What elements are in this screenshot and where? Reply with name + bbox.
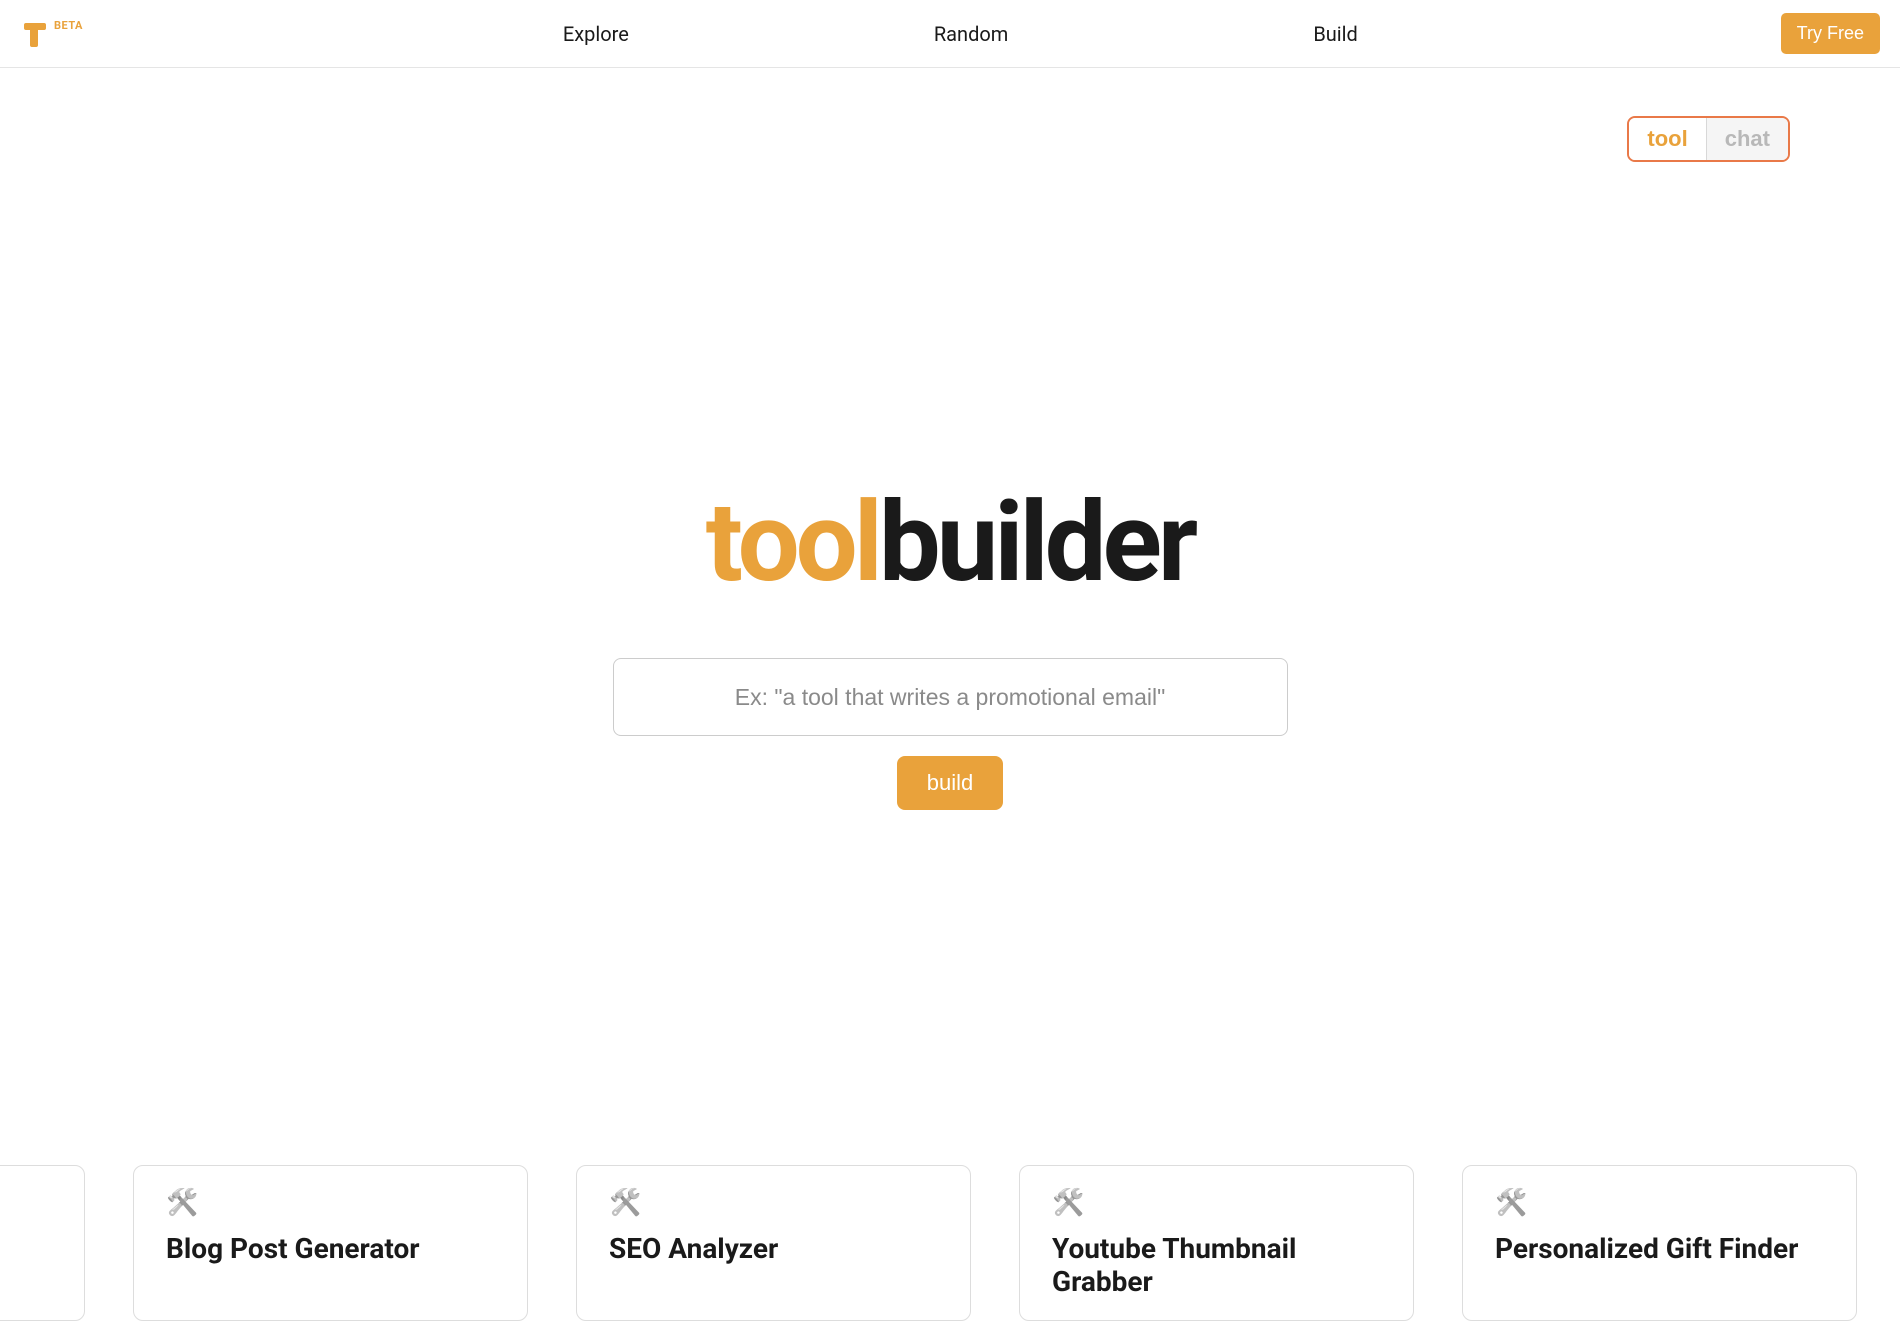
tool-description-input[interactable]: [613, 658, 1288, 736]
hammer-wrench-icon: 🛠️: [166, 1188, 495, 1218]
nav-explore[interactable]: Explore: [563, 22, 629, 46]
tool-card-title: Youtube Thumbnail Grabber: [1052, 1232, 1381, 1298]
hero-title-builder: builder: [879, 478, 1194, 607]
try-free-button[interactable]: Try Free: [1781, 13, 1880, 54]
hero: toolbuilder build: [0, 488, 1900, 810]
tool-card-title: SEO Analyzer: [609, 1232, 938, 1265]
tool-card[interactable]: 🛠️ SEO Analyzer: [576, 1165, 971, 1321]
mode-toggle: tool chat: [1627, 116, 1790, 162]
tool-card[interactable]: 🛠️ Personalized Gift Finder: [1462, 1165, 1857, 1321]
tool-card-title: Blog Post Generator: [166, 1232, 495, 1265]
hammer-wrench-icon: 🛠️: [1495, 1188, 1824, 1218]
logo-icon: [20, 19, 50, 49]
toggle-tool[interactable]: tool: [1629, 118, 1705, 160]
toggle-chat[interactable]: chat: [1706, 118, 1788, 160]
nav-build[interactable]: Build: [1313, 22, 1358, 46]
header: BETA Explore Random Build Try Free: [0, 0, 1900, 68]
tool-card[interactable]: 🛠️: [0, 1165, 85, 1321]
tool-card[interactable]: 🛠️ Youtube Thumbnail Grabber: [1019, 1165, 1414, 1321]
nav-random[interactable]: Random: [934, 22, 1008, 46]
nav-links: Explore Random Build: [410, 22, 1510, 46]
beta-label: BETA: [54, 19, 83, 32]
hammer-wrench-icon: 🛠️: [1052, 1188, 1381, 1218]
hammer-wrench-icon: 🛠️: [609, 1188, 938, 1218]
tool-card[interactable]: 🛠️ Blog Post Generator: [133, 1165, 528, 1321]
hammer-wrench-icon: 🛠️: [0, 1188, 52, 1218]
hero-title: toolbuilder: [706, 488, 1194, 598]
logo-wrapper[interactable]: BETA: [20, 19, 140, 49]
toggle-pill: tool chat: [1627, 116, 1790, 162]
hero-title-tool: tool: [706, 478, 879, 607]
build-button[interactable]: build: [897, 756, 1003, 810]
tool-card-title: Personalized Gift Finder: [1495, 1232, 1824, 1265]
tool-cards-row: 🛠️ 🛠️ Blog Post Generator 🛠️ SEO Analyze…: [0, 1165, 1900, 1321]
